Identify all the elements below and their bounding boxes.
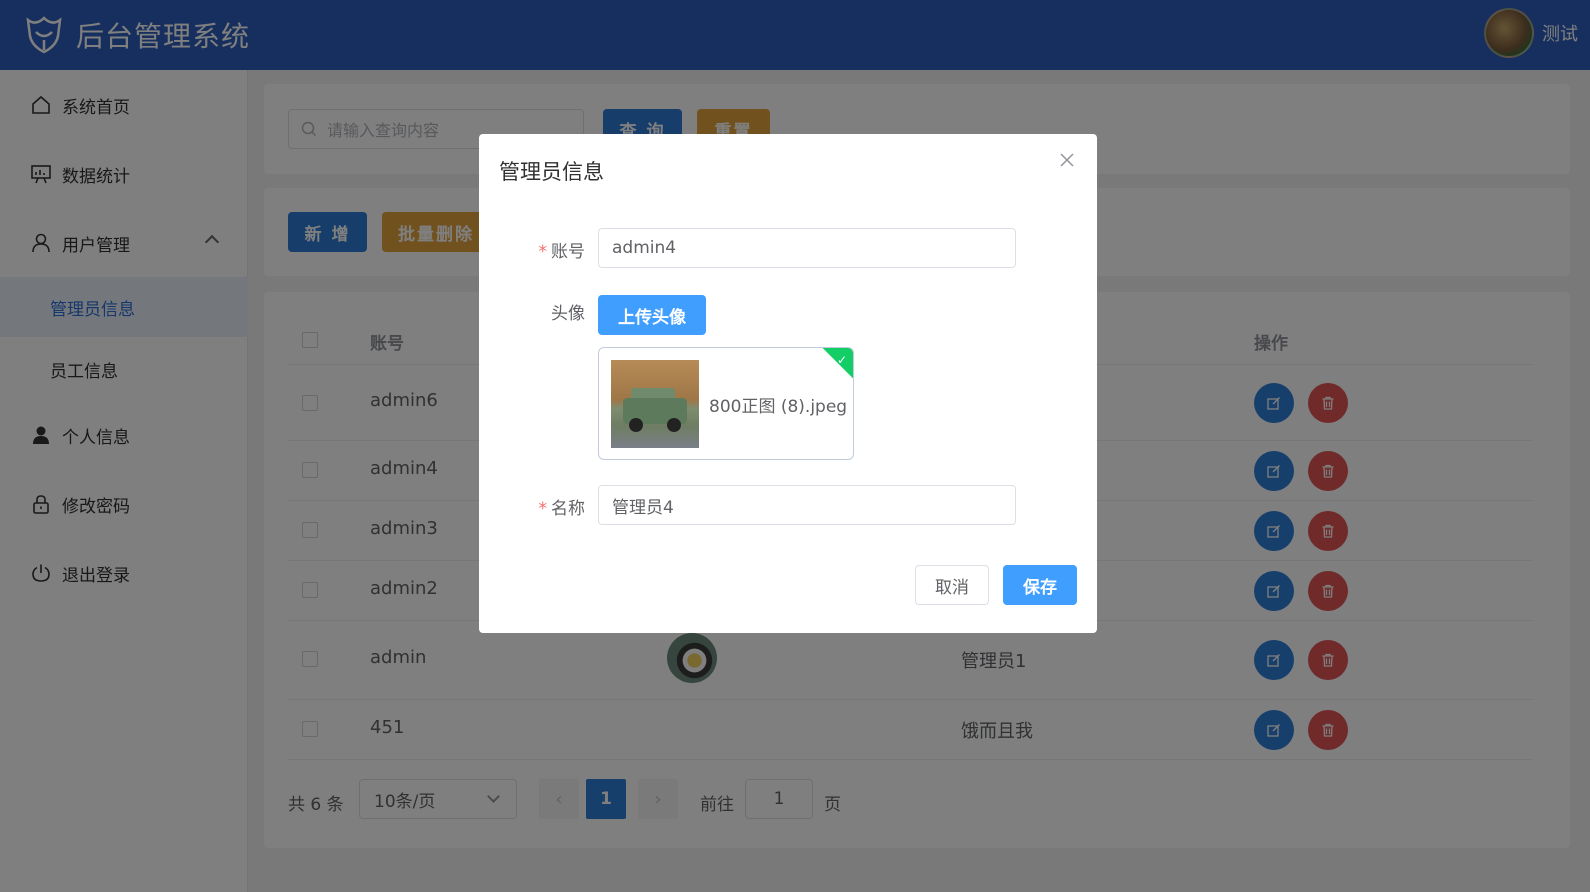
account-field-value: admin4 (612, 238, 677, 258)
upload-success-badge (817, 348, 853, 382)
close-icon[interactable] (1059, 152, 1075, 168)
name-field[interactable]: 管理员4 (598, 485, 1016, 525)
avatar-label: 头像 (551, 304, 585, 324)
account-label-text: 账号 (551, 242, 585, 262)
name-field-value: 管理员4 (612, 497, 674, 518)
file-name: 800正图 (8).jpeg (709, 397, 848, 417)
save-button[interactable]: 保存 (1003, 565, 1077, 605)
uploaded-file-card[interactable]: 800正图 (8).jpeg ✓ (598, 347, 854, 460)
account-label: * 账号 (495, 237, 586, 262)
check-icon: ✓ (836, 353, 847, 367)
name-label: * 名称 (495, 494, 586, 519)
cancel-button[interactable]: 取消 (915, 565, 989, 605)
dialog-title: 管理员信息 (499, 160, 604, 184)
name-label-text: 名称 (551, 499, 585, 519)
upload-avatar-button[interactable]: 上传头像 (598, 295, 706, 335)
account-field[interactable]: admin4 (598, 228, 1016, 268)
file-thumbnail (611, 360, 699, 448)
required-mark: * (538, 242, 548, 262)
admin-info-dialog: 管理员信息 * 账号 admin4 头像 上传头像 800正图 (8).jpeg … (479, 134, 1097, 633)
required-mark: * (538, 499, 548, 519)
